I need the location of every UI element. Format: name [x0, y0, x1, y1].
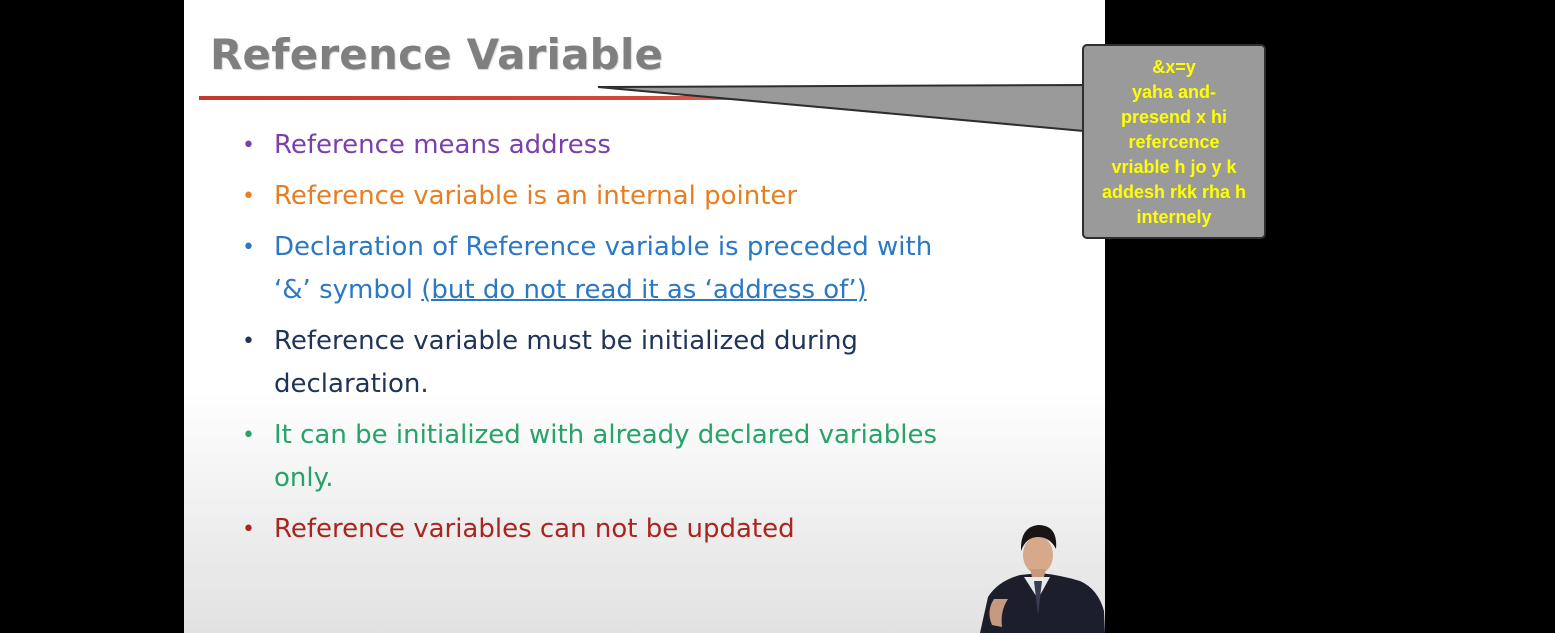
bullet-dot: • [242, 235, 255, 260]
bullet-text: Reference variable is an internal pointe… [274, 181, 798, 211]
bullet-item: • Reference means address [236, 124, 1036, 167]
bullet-dot: • [242, 423, 255, 448]
bullet-dot: • [242, 133, 255, 158]
annotation-line: &x=y [1152, 57, 1196, 77]
presenter-image [980, 525, 1105, 633]
annotation-line: refercence [1128, 132, 1220, 152]
bullet-dot: • [242, 184, 255, 209]
bullet-underlined-note: (but do not read it as ‘address of’) [421, 275, 867, 305]
bullet-dot: • [242, 517, 255, 542]
annotation-line: yaha and- [1131, 82, 1217, 102]
bullet-text: ‘&’ symbol [274, 275, 422, 305]
bullet-text: Reference variable must be initialized d… [274, 326, 858, 356]
bullet-list: • Reference means address • Reference va… [236, 124, 1036, 559]
bullet-text: only. [274, 463, 334, 493]
annotation-line: presend x hi [1120, 107, 1228, 127]
annotation-line: internely [1136, 207, 1212, 227]
bullet-item: • Declaration of Reference variable is p… [236, 226, 1036, 312]
slide: Reference Variable • Reference means add… [184, 0, 1105, 633]
annotation-line: addesh rkk rha h [1101, 182, 1247, 202]
bullet-item: • Reference variable is an internal poin… [236, 175, 1036, 218]
annotation-callout: &x=y yaha and- presend x hi refercence v… [1082, 44, 1266, 239]
bullet-text: Reference variables can not be updated [274, 514, 795, 544]
bullet-text: It can be initialized with already decla… [274, 420, 938, 450]
bullet-text: Declaration of Reference variable is pre… [274, 232, 933, 262]
bullet-item: • Reference variable must be initialized… [236, 320, 1036, 406]
bullet-item: • It can be initialized with already dec… [236, 414, 1036, 500]
title-underline [199, 96, 1014, 100]
bullet-text: Reference means address [274, 130, 611, 160]
bullet-text: declaration. [274, 369, 429, 399]
annotation-line: vriable h jo y k [1111, 157, 1237, 177]
bullet-dot: • [242, 329, 255, 354]
slide-title: Reference Variable [210, 30, 664, 79]
bullet-item: • Reference variables can not be updated [236, 508, 1036, 551]
